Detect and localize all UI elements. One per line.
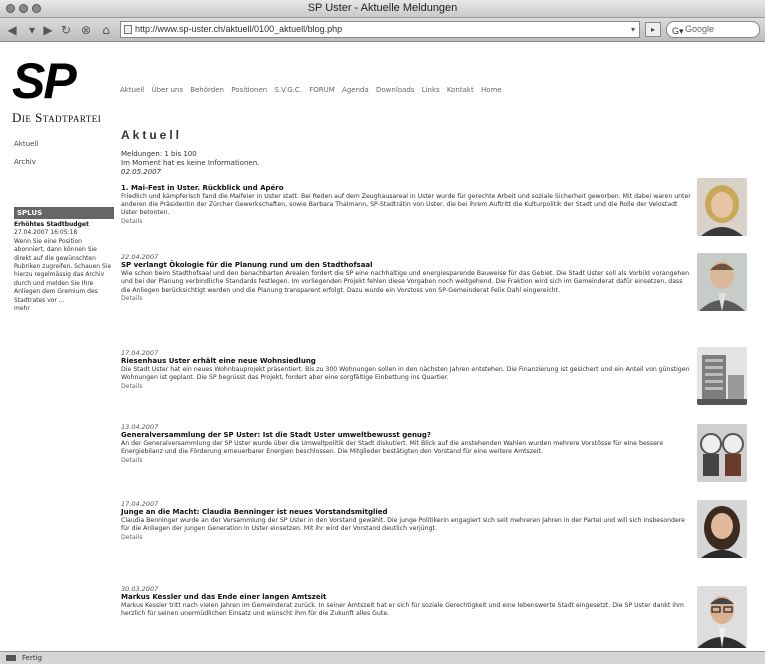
splus-entry-text: Wenn Sie eine Position abonniert, dann k…	[14, 237, 112, 304]
splus-more-link[interactable]: mehr	[14, 305, 30, 312]
news-item: 1. Mai-Fest in Uster. Rückblick und Apér…	[121, 184, 693, 226]
stop-icon[interactable]: ⊗	[78, 22, 94, 38]
splus-box-title: SPLUS	[14, 207, 114, 219]
site-logo[interactable]: SP Die Stadtpartei	[12, 56, 101, 126]
home-icon[interactable]: ⌂	[98, 22, 114, 38]
nav-item-kontakt[interactable]: Kontakt	[447, 86, 474, 94]
news-photo-man	[697, 253, 747, 311]
news-date: 30.03.2007	[121, 585, 159, 593]
search-engine-icon[interactable]: G▾	[672, 24, 684, 39]
nav-item-downloads[interactable]: Downloads	[376, 86, 414, 94]
nav-item-forum[interactable]: FORUM	[309, 86, 335, 94]
main-content: Aktuell Meldungen: 1 bis 100 Im Moment h…	[121, 128, 696, 177]
history-dropdown-icon[interactable]: ▾	[631, 22, 635, 37]
news-details-link[interactable]: Details	[121, 218, 693, 226]
window-titlebar: SP Uster - Aktuelle Meldungen	[0, 0, 765, 18]
search-field[interactable]: G▾ Google	[666, 21, 760, 38]
news-body: Die Stadt Uster hat ein neues Wohnbaupro…	[121, 366, 690, 382]
nav-item-behoerden[interactable]: Behörden	[190, 86, 224, 94]
window-title: SP Uster - Aktuelle Meldungen	[307, 2, 458, 14]
news-photo-woman	[697, 178, 747, 236]
nav-item-positionen[interactable]: Positionen	[231, 86, 267, 94]
news-photo-building	[697, 347, 747, 405]
news-item: 13.04.2007 Generalversammlung der SP Ust…	[121, 423, 693, 465]
top-navigation: Aktuell Über uns Behörden Positionen S.V…	[120, 86, 507, 94]
search-placeholder: Google	[685, 24, 715, 34]
news-date: 13.04.2007	[121, 423, 159, 431]
news-title[interactable]: SP verlangt Ökologie für die Planung run…	[121, 261, 693, 270]
news-title[interactable]: 1. Mai-Fest in Uster. Rückblick und Apér…	[121, 184, 693, 193]
reload-icon[interactable]: ↻	[58, 22, 74, 38]
status-bar: Fertig	[0, 651, 765, 664]
nav-item-agenda[interactable]: Agenda	[342, 86, 369, 94]
news-photo-objects	[697, 424, 747, 482]
status-text: Fertig	[22, 654, 42, 662]
splus-entry-title[interactable]: Erhöhtes Stadtbudget	[14, 221, 89, 228]
news-title[interactable]: Riesenhaus Uster erhält eine neue Wohnsi…	[121, 357, 693, 366]
news-photo-man-glasses	[697, 586, 747, 648]
news-details-link[interactable]: Details	[121, 457, 693, 465]
nav-item-home[interactable]: Home	[481, 86, 502, 94]
url-text: http://www.sp-uster.ch/aktuell/0100_aktu…	[135, 24, 343, 34]
back-arrow-icon[interactable]: ◀	[4, 22, 20, 38]
news-body: An der Generalversammlung der SP Uster w…	[121, 440, 664, 456]
splus-entry: Erhöhtes Stadtbudget 27.04.2007 16:05:18…	[14, 221, 114, 313]
info-date: 02.05.2007	[121, 168, 162, 176]
news-date: 17.04.2007	[121, 500, 159, 508]
nav-item-ueber-uns[interactable]: Über uns	[151, 86, 183, 94]
news-date: 22.04.2007	[121, 253, 159, 261]
page-title: Aktuell	[121, 128, 183, 142]
nav-item-aktuell[interactable]: Aktuell	[120, 86, 144, 94]
logo-subtitle: Die Stadtpartei	[12, 110, 102, 125]
news-photo-young-woman	[697, 500, 747, 558]
status-icon	[6, 655, 16, 661]
news-item: 17.04.2007 Riesenhaus Uster erhält eine …	[121, 349, 693, 391]
results-count: Meldungen: 1 bis 100	[121, 150, 197, 158]
page-icon	[124, 25, 132, 34]
news-title[interactable]: Generalversammlung der SP Uster: Ist die…	[121, 431, 693, 440]
back-dropdown-icon[interactable]: ▾	[24, 22, 40, 38]
splus-box: SPLUS Erhöhtes Stadtbudget 27.04.2007 16…	[14, 207, 114, 313]
news-title[interactable]: Junge an die Macht: Claudia Benninger is…	[121, 508, 693, 517]
news-body: Friedlich und kämpferisch fand die Maife…	[121, 193, 691, 217]
nav-item-svgc[interactable]: S.V.G.C.	[274, 86, 302, 94]
go-button[interactable]: ▸	[645, 22, 661, 37]
address-bar[interactable]: http://www.sp-uster.ch/aktuell/0100_aktu…	[120, 21, 640, 38]
news-body: Claudia Benninger wurde an der Versammlu…	[121, 517, 685, 533]
sidebar-item-archiv[interactable]: Archiv	[14, 158, 114, 166]
news-item: 30.03.2007 Markus Kessler und das Ende e…	[121, 585, 693, 619]
news-item: 22.04.2007 SP verlangt Ökologie für die …	[121, 253, 693, 303]
nav-item-links[interactable]: Links	[422, 86, 440, 94]
forward-arrow-icon[interactable]: ▶	[40, 22, 56, 38]
news-item: 17.04.2007 Junge an die Macht: Claudia B…	[121, 500, 693, 542]
logo-mark: SP	[12, 53, 77, 109]
info-message: Im Moment hat es keine Informationen.	[121, 159, 260, 167]
news-date: 17.04.2007	[121, 349, 159, 357]
news-details-link[interactable]: Details	[121, 534, 693, 542]
news-details-link[interactable]: Details	[121, 383, 693, 391]
sidebar: Aktuell Archiv	[14, 140, 114, 176]
sidebar-item-aktuell[interactable]: Aktuell	[14, 140, 114, 148]
news-body: Markus Kessler tritt nach vielen Jahren …	[121, 602, 684, 618]
news-body: Wie schon beim Stadthofsaal und den bena…	[121, 270, 690, 294]
news-title[interactable]: Markus Kessler und das Ende einer langen…	[121, 593, 693, 602]
news-details-link[interactable]: Details	[121, 295, 693, 303]
splus-entry-date: 27.04.2007 16:05:18	[14, 229, 78, 237]
browser-toolbar: ◀ ▾ ▶ ↻ ⊗ ⌂ http://www.sp-uster.ch/aktue…	[0, 18, 765, 42]
